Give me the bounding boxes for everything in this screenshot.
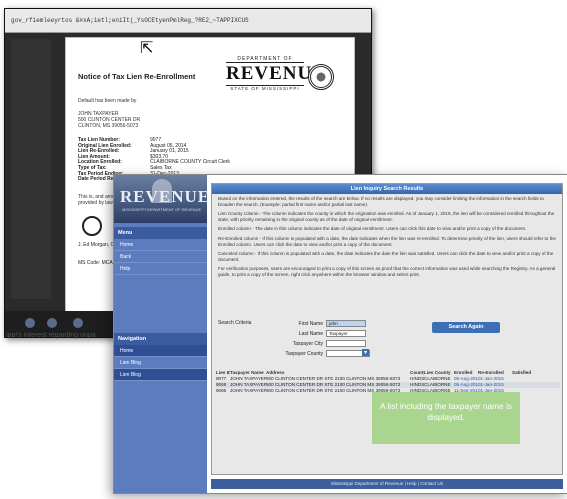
panel-title: Lien Inquiry Search Results bbox=[212, 184, 562, 194]
settings-icon[interactable] bbox=[47, 318, 57, 328]
search-criteria: Search Criteria First Name john Last Nam… bbox=[218, 318, 558, 360]
criteria-label: Search Criteria bbox=[218, 320, 252, 326]
cell: 9066 bbox=[216, 388, 227, 393]
revenue-banner: REVENUE MISSISSIPPI DEPARTMENT OF REVENU… bbox=[114, 175, 207, 223]
signature-seal-icon bbox=[82, 216, 102, 236]
nav-item-home[interactable]: Home bbox=[114, 345, 207, 357]
last-name-input[interactable]: Taxpayer bbox=[326, 330, 366, 337]
results-table: Lien ID Taxpayer Name Address County Lie… bbox=[216, 370, 560, 394]
body-line: provided by law bbox=[78, 200, 113, 206]
page-icon[interactable] bbox=[73, 318, 83, 328]
county-select[interactable] bbox=[326, 349, 370, 357]
city-label: Taxpayer City bbox=[292, 340, 323, 347]
document-body: This is, and amou provided by law bbox=[78, 194, 117, 206]
nav-item-lien-blog[interactable]: Lien Blog bbox=[114, 357, 207, 369]
last-name-row: Last Name Taxpayer bbox=[278, 330, 366, 337]
info-paragraph: Based on the information entered, the re… bbox=[218, 196, 544, 207]
first-name-row: First Name john bbox=[278, 320, 366, 327]
nav-item-lien-blog-2[interactable]: Lien Blog bbox=[114, 369, 207, 381]
dept-state-text: STATE OF MISSISSIPPI bbox=[226, 85, 304, 91]
menu-heading: Menu bbox=[114, 227, 207, 239]
mouse-cursor-icon: ⇱ bbox=[140, 40, 154, 57]
menu-item-home[interactable]: Home bbox=[114, 239, 207, 251]
intro-text: Default has been made by bbox=[78, 98, 137, 104]
city-input[interactable] bbox=[326, 340, 366, 347]
info-paragraph: Lien County column - The column indicate… bbox=[218, 211, 555, 222]
rotate-icon[interactable] bbox=[25, 318, 35, 328]
thumbnail-pane bbox=[11, 39, 51, 299]
search-again-button[interactable]: Search Again bbox=[432, 322, 500, 333]
county-row: Taxpayer County bbox=[278, 349, 370, 357]
address-text: gov_rfiemleeyrtos &#xA;ietl;eniIt(_YsOCE… bbox=[11, 17, 249, 24]
dept-top-text: DEPARTMENT OF bbox=[226, 56, 304, 63]
county-label: Taxpayer County bbox=[285, 350, 323, 357]
last-name-label: Last Name bbox=[298, 330, 323, 337]
first-name-label: First Name bbox=[298, 320, 323, 327]
info-paragraph: Canceled column - If this column is popu… bbox=[218, 251, 554, 262]
menu-item-back[interactable]: Back bbox=[114, 251, 207, 263]
signer-name: J. Ed Morgan, C bbox=[78, 242, 115, 248]
lien-inquiry-window: REVENUE MISSISSIPPI DEPARTMENT OF REVENU… bbox=[113, 174, 567, 494]
sidebar: REVENUE MISSISSIPPI DEPARTMENT OF REVENU… bbox=[114, 175, 207, 493]
ms-code: MS Code: MCA bbox=[78, 260, 113, 266]
info-paragraph: Re-Enrolled column - If this column is p… bbox=[218, 235, 556, 247]
navigation-heading: Navigation bbox=[114, 333, 207, 345]
first-name-input[interactable]: john bbox=[326, 320, 366, 327]
info-paragraph: For verification purposes, users are enc… bbox=[218, 266, 556, 277]
cell: JOHN TAXPAYER bbox=[230, 388, 266, 393]
search-results-panel: Lien Inquiry Search Results Based on the… bbox=[211, 183, 563, 475]
department-logo: DEPARTMENT OF REVENUE STATE OF MISSISSIP… bbox=[226, 56, 334, 98]
menu-item-help[interactable]: Help bbox=[114, 263, 207, 275]
address-bar[interactable]: gov_rfiemleeyrtos &#xA;ietl;eniIt(_YsOCE… bbox=[5, 9, 371, 33]
banner-title: REVENUE bbox=[120, 187, 207, 206]
tutorial-callout: A list including the taxpayer name is di… bbox=[372, 392, 520, 444]
city-row: Taxpayer City bbox=[278, 340, 366, 347]
document-title: Notice of Tax Lien Re-Enrollment bbox=[78, 72, 196, 81]
page-footer: Mississippi Department of Revenue | Help… bbox=[211, 479, 563, 489]
info-paragraph: Enrolled column - The date in this colum… bbox=[218, 226, 527, 232]
address-line-2: CLINTON, MS 39056-5073 bbox=[78, 123, 139, 129]
state-seal-icon bbox=[308, 64, 334, 90]
background-text: ippi's interest regarding unpa bbox=[6, 332, 96, 339]
banner-subtitle: MISSISSIPPI DEPARTMENT OF REVENUE bbox=[122, 207, 202, 212]
